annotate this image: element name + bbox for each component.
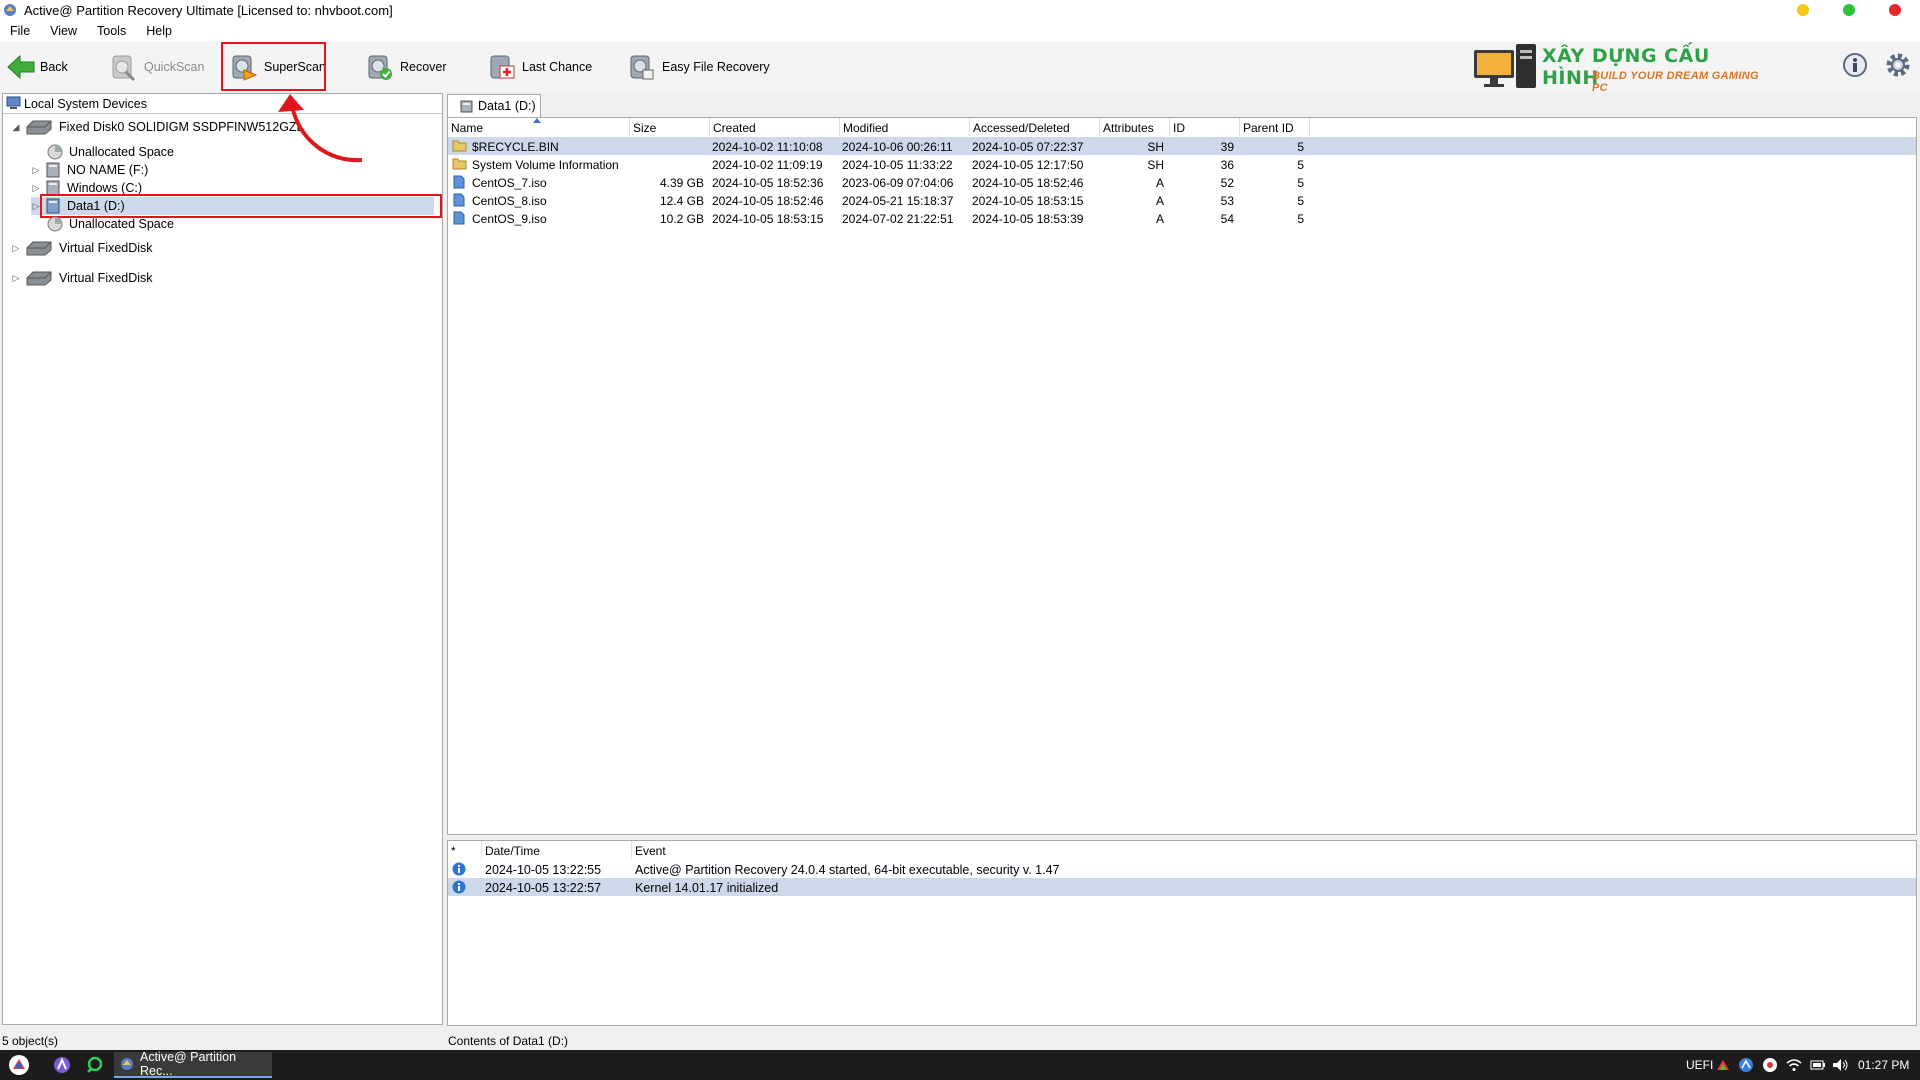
tree-item-unallocated-2[interactable]: Unallocated Space [47,215,174,233]
logo-tagline: BUILD YOUR DREAM GAMING PC [1592,70,1759,94]
recover-button[interactable]: Recover [366,48,447,86]
last-chance-icon [490,55,515,79]
volume-speaker-icon[interactable] [1832,1058,1850,1072]
collapse-icon[interactable]: ◢ [11,122,21,133]
app-launcher-icon[interactable] [53,1056,71,1074]
status-bar: 5 object(s) Contents of Data1 (D:) [0,1031,1920,1049]
expand-icon[interactable]: ▷ [31,165,41,176]
brand-logo: XÂY DỰNG CẤU HÌNH BUILD YOUR DREAM GAMIN… [1470,42,1770,94]
start-icon[interactable] [8,1054,30,1076]
volume-icon [46,162,60,178]
file-icon [453,193,465,207]
hard-disk-icon [26,241,52,256]
col-accessed-deleted[interactable]: Accessed/Deleted [970,118,1100,136]
tray-store-icon[interactable] [1738,1057,1754,1073]
volume-icon [460,100,473,112]
close-button[interactable] [1889,4,1901,16]
menu-help[interactable]: Help [136,22,182,38]
menu-file[interactable]: File [0,22,40,38]
info-icon [452,880,466,894]
tree-item-no-name-f[interactable]: ▷ NO NAME (F:) [31,161,148,179]
tray-uefi-label: UEFI [1686,1058,1714,1072]
device-tree-panel: Local System Devices ◢ Fixed Disk0 SOLID… [2,93,443,1025]
col-created[interactable]: Created [710,118,840,136]
folder-icon [452,158,467,170]
computer-logo-icon [1474,44,1536,88]
search-icon[interactable] [86,1056,104,1074]
col-parent-id[interactable]: Parent ID [1240,118,1310,136]
battery-icon[interactable] [1810,1059,1826,1071]
app-icon [120,1058,133,1070]
recover-icon [368,55,392,80]
hard-disk-icon [26,120,52,135]
col-size[interactable]: Size [630,118,710,136]
status-object-count: 5 object(s) [2,1034,59,1048]
expand-icon[interactable]: ▷ [31,183,41,194]
quickscan-button[interactable]: QuickScan [110,48,204,86]
tray-app-icon[interactable] [1716,1058,1730,1072]
expand-icon[interactable]: ▷ [11,273,21,284]
maximize-button[interactable] [1843,4,1855,16]
unallocated-icon [47,216,63,232]
app-icon [4,4,16,16]
annotation-arrow-icon [278,94,363,163]
help-icon[interactable] [1842,52,1868,78]
info-icon [452,862,466,876]
col-modified[interactable]: Modified [840,118,970,136]
tree-item-virtual-disk-1[interactable]: ▷ Virtual FixedDisk [11,239,153,257]
back-button[interactable]: Back [6,48,68,86]
unallocated-icon [47,144,63,160]
folder-icon [452,140,467,152]
tree-header: Local System Devices [3,94,442,114]
quickscan-icon [112,55,136,82]
window-title: Active@ Partition Recovery Ultimate [Lic… [24,3,393,18]
col-name[interactable]: Name [448,118,630,136]
tray-browser-icon[interactable] [1762,1057,1778,1073]
menu-view[interactable]: View [40,22,87,38]
sort-ascending-icon [533,118,541,123]
menu-bar: File View Tools Help [0,22,1920,42]
col-marker[interactable]: * [448,841,482,859]
col-datetime[interactable]: Date/Time [482,841,632,859]
col-id[interactable]: ID [1170,118,1240,136]
last-chance-button[interactable]: Last Chance [488,48,592,86]
minimize-button[interactable] [1797,4,1809,16]
event-log: * Date/Time Event 2024-10-05 13:22:55 Ac… [447,840,1917,1026]
hard-disk-icon [26,271,52,286]
computer-icon [6,96,21,109]
file-list: Name Size Created Modified Accessed/Dele… [447,117,1917,835]
back-arrow-icon [7,54,35,80]
table-row[interactable]: CentOS_8.iso 12.4 GB 2024-10-05 18:52:46… [448,191,1916,209]
file-icon [453,175,465,189]
wifi-icon[interactable] [1786,1058,1802,1072]
gear-icon[interactable] [1884,51,1912,79]
tree-item-fixed-disk0[interactable]: ◢ Fixed Disk0 SOLIDIGM SSDPFINW512GZL [11,118,304,136]
tab-strip: Data1 (D:) [445,93,1918,117]
table-row[interactable]: CentOS_7.iso 4.39 GB 2024-10-05 18:52:36… [448,173,1916,191]
tree-item-unallocated-1[interactable]: Unallocated Space [47,143,174,161]
table-row[interactable]: $RECYCLE.BIN 2024-10-02 11:10:08 2024-10… [448,137,1916,155]
table-row[interactable]: System Volume Information 2024-10-02 11:… [448,155,1916,173]
file-icon [453,211,465,225]
clock[interactable]: 01:27 PM [1858,1058,1909,1072]
status-contents: Contents of Data1 (D:) [448,1034,569,1048]
log-row[interactable]: 2024-10-05 13:22:57 Kernel 14.01.17 init… [448,878,1916,896]
title-bar: Active@ Partition Recovery Ultimate [Lic… [0,0,1920,22]
log-row[interactable]: 2024-10-05 13:22:55 Active@ Partition Re… [448,860,1916,878]
menu-tools[interactable]: Tools [87,22,136,38]
col-event[interactable]: Event [632,841,1916,859]
taskbar-active-app[interactable]: Active@ Partition Rec... [114,1050,272,1078]
col-attributes[interactable]: Attributes [1100,118,1170,136]
easy-file-recovery-button[interactable]: Easy File Recovery [628,48,770,86]
superscan-highlight-box [221,42,326,91]
expand-icon[interactable]: ▷ [11,243,21,254]
table-row[interactable]: CentOS_9.iso 10.2 GB 2024-10-05 18:53:15… [448,209,1916,227]
easy-file-recovery-icon [630,55,654,80]
tab-data1[interactable]: Data1 (D:) [447,94,541,117]
taskbar: Active@ Partition Rec... UEFI 01:27 PM [0,1050,1920,1080]
tree-item-virtual-disk-2[interactable]: ▷ Virtual FixedDisk [11,269,153,287]
